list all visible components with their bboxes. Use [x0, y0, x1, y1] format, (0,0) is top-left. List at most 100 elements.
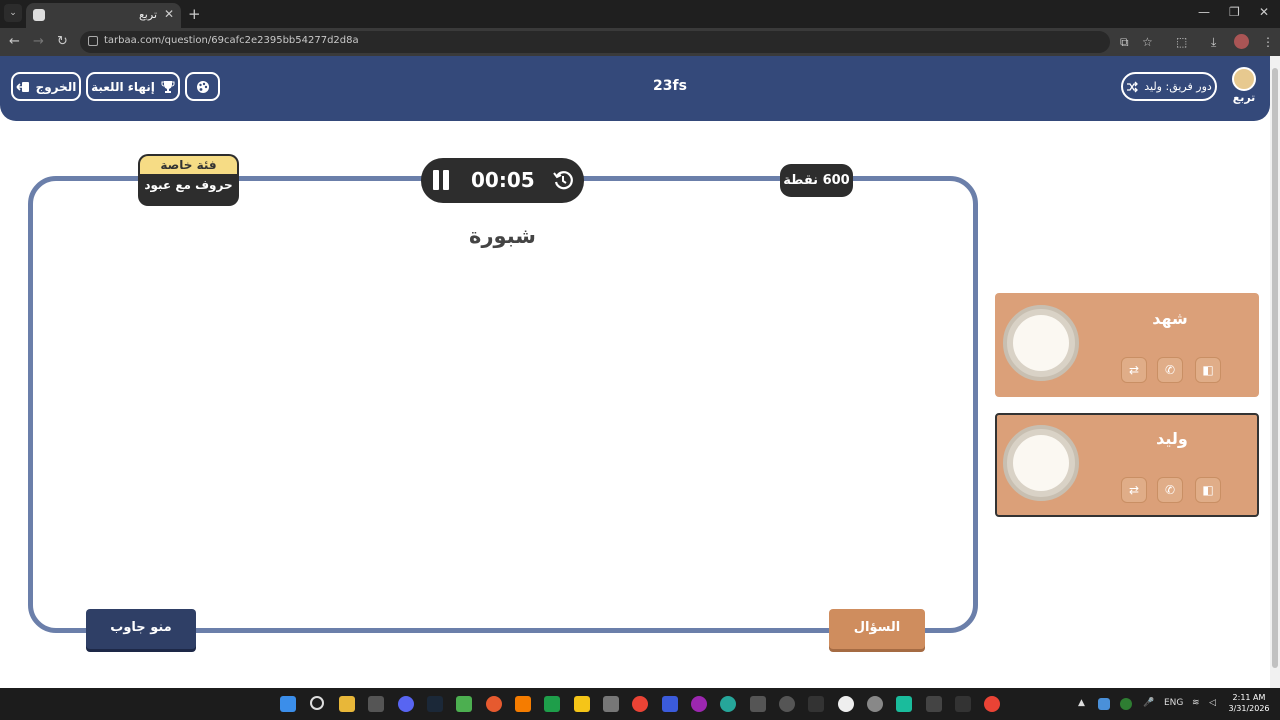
team-card: شهد ⇄ ✆ ◧ — [995, 293, 1259, 397]
game-name: 23fs — [653, 78, 687, 94]
minimize-icon[interactable]: — — [1198, 5, 1210, 19]
new-tab-icon[interactable]: + — [188, 5, 201, 23]
pause-icon[interactable] — [433, 170, 451, 190]
team-card-active: وليد ⇄ ✆ ◧ — [995, 413, 1259, 517]
downloads-icon[interactable]: ⤓ — [1211, 35, 1216, 50]
app-icon[interactable] — [896, 696, 912, 712]
app-icon[interactable] — [750, 696, 766, 712]
trophy-icon — [161, 80, 175, 93]
steam-tray-icon[interactable] — [1098, 698, 1110, 710]
browser-tab[interactable]: تربع ✕ — [26, 3, 181, 28]
site-info-icon[interactable] — [88, 36, 98, 46]
settings-icon[interactable] — [368, 696, 384, 712]
reset-timer-icon[interactable] — [553, 170, 573, 190]
microphone-icon[interactable]: 🎤 — [1143, 698, 1154, 708]
chrome-active-icon[interactable] — [984, 696, 1000, 712]
points-badge: 600 نقطة — [780, 164, 853, 197]
restore-icon[interactable]: ❐ — [1229, 5, 1240, 19]
shuffle-icon — [1127, 81, 1139, 92]
ea-app-icon[interactable] — [486, 696, 502, 712]
minecraft-icon[interactable] — [456, 696, 472, 712]
speedtest-icon[interactable] — [779, 696, 795, 712]
url-text: tarbaa.com/question/69cafc2e2395bb54277d… — [104, 35, 359, 46]
horse-avatar-icon — [1003, 305, 1079, 381]
app-icon[interactable] — [926, 696, 942, 712]
team-turn-button[interactable]: دور فريق: وليد — [1121, 72, 1217, 101]
horse-avatar-icon — [1003, 425, 1079, 501]
split-helper-icon[interactable]: ◧ — [1195, 357, 1221, 383]
close-window-icon[interactable]: ✕ — [1259, 5, 1269, 19]
tab-title: تربع — [138, 8, 157, 21]
bookmark-star-icon[interactable]: ☆ — [1142, 35, 1153, 49]
menu-dots-icon[interactable]: ⋮ — [1262, 35, 1274, 49]
exit-button[interactable]: الخروج — [11, 72, 81, 101]
chrome-icon[interactable] — [632, 696, 648, 712]
team-name: وليد — [1156, 429, 1188, 448]
category-name: حروف مع عبود — [144, 178, 233, 192]
tray-overflow-icon[interactable]: ▲ — [1078, 698, 1085, 708]
end-game-label: إنهاء اللعبة — [91, 79, 155, 94]
browser-toolbar: ← → ↻ tarbaa.com/question/69cafc2e2395bb… — [0, 28, 1280, 56]
category-tag: فئة خاصة — [140, 156, 237, 174]
favicon-icon — [33, 9, 45, 21]
end-game-button[interactable]: إنهاء اللعبة — [86, 72, 180, 101]
swap-helper-icon[interactable]: ⇄ — [1121, 357, 1147, 383]
app-icon[interactable] — [838, 696, 854, 712]
app-icon[interactable] — [515, 696, 531, 712]
turn-label: دور فريق: وليد — [1144, 80, 1212, 93]
forward-icon[interactable]: → — [33, 34, 44, 49]
address-bar[interactable]: tarbaa.com/question/69cafc2e2395bb54277d… — [80, 31, 1110, 53]
reload-icon[interactable]: ↻ — [57, 34, 68, 49]
logo-emblem-icon — [1232, 67, 1256, 91]
call-helper-icon[interactable]: ✆ — [1157, 357, 1183, 383]
category-badge: فئة خاصة حروف مع عبود — [138, 154, 239, 206]
search-icon[interactable] — [310, 696, 324, 710]
split-helper-icon[interactable]: ◧ — [1195, 477, 1221, 503]
discord-icon[interactable] — [398, 696, 414, 712]
call-helper-icon[interactable]: ✆ — [1157, 477, 1183, 503]
steam-icon[interactable] — [427, 696, 443, 712]
swap-helper-icon[interactable]: ⇄ — [1121, 477, 1147, 503]
exit-icon — [16, 81, 29, 92]
page-content: الخروج إنهاء اللعبة 23fs دور فريق: وليد … — [0, 56, 1270, 688]
extensions-icon[interactable]: ⬚ — [1176, 35, 1187, 49]
language-indicator[interactable]: ENG — [1164, 698, 1183, 708]
profile-avatar[interactable] — [1234, 34, 1249, 49]
back-icon[interactable]: ← — [9, 34, 20, 49]
app-icon[interactable] — [720, 696, 736, 712]
logo-text: تربع — [1232, 91, 1256, 104]
game-header: الخروج إنهاء اللعبة 23fs دور فريق: وليد … — [0, 56, 1270, 121]
answer-text: شبورة — [469, 224, 536, 248]
palette-button[interactable] — [185, 72, 220, 101]
clock-date: 3/31/2026 — [1228, 704, 1270, 713]
volume-icon[interactable]: ◁ — [1209, 698, 1216, 708]
tab-search-button[interactable]: ⌄ — [4, 4, 22, 22]
page-scrollbar[interactable] — [1270, 56, 1280, 688]
tarbaa-logo[interactable]: تربع — [1228, 67, 1260, 107]
app-icon[interactable] — [867, 696, 883, 712]
app-icon[interactable] — [808, 696, 824, 712]
sheets-icon[interactable] — [544, 696, 560, 712]
close-tab-icon[interactable]: ✕ — [164, 7, 174, 21]
windows-taskbar: ▲ 🎤 ENG ≋ ◁ 2:11 AM 3/31/2026 — [0, 688, 1280, 720]
app-icon[interactable] — [603, 696, 619, 712]
clock-time: 2:11 AM — [1232, 693, 1266, 702]
question-button[interactable]: السؤال — [829, 609, 925, 649]
team-name: شهد — [1152, 309, 1188, 328]
install-app-icon[interactable]: ⧉ — [1120, 35, 1129, 50]
file-explorer-icon[interactable] — [339, 696, 355, 712]
tray-app-icon[interactable] — [1120, 698, 1132, 710]
timer: 00:05 — [421, 158, 584, 203]
app-icon[interactable] — [955, 696, 971, 712]
who-answered-button[interactable]: منو جاوب — [86, 609, 196, 649]
app-icon[interactable] — [574, 696, 590, 712]
app-icon[interactable] — [691, 696, 707, 712]
timer-value: 00:05 — [471, 168, 535, 192]
start-icon[interactable] — [280, 696, 296, 712]
palette-icon — [196, 80, 209, 93]
exit-label: الخروج — [35, 79, 77, 94]
system-clock[interactable]: 2:11 AM 3/31/2026 — [1226, 692, 1272, 714]
browser-tabbar: ⌄ تربع ✕ + — ❐ ✕ — [0, 0, 1280, 28]
wifi-icon[interactable]: ≋ — [1192, 698, 1200, 708]
app-icon[interactable] — [662, 696, 678, 712]
